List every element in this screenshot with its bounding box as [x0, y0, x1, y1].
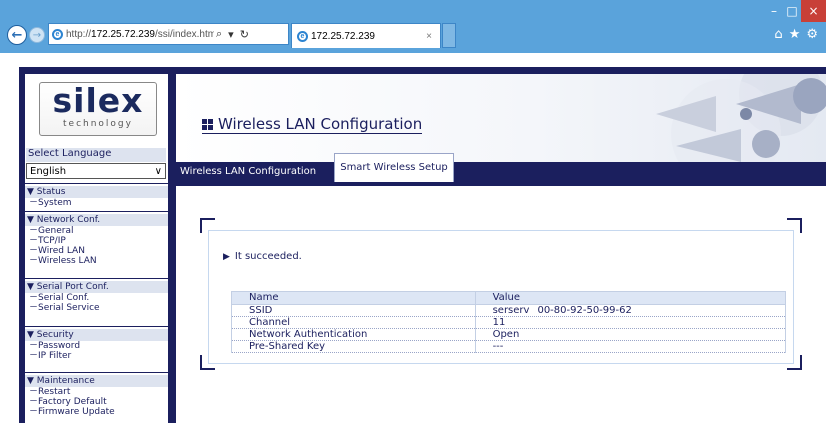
dropdown-icon[interactable]: ▾: [228, 28, 234, 41]
table-header-row: Name Value: [231, 291, 787, 305]
grid-icon: [202, 119, 213, 130]
menu-head-serial[interactable]: ▼ Serial Port Conf.: [25, 281, 168, 293]
table-row: Channel 11: [231, 316, 787, 329]
language-select[interactable]: English ∨: [26, 163, 166, 179]
row-value: Open: [474, 328, 787, 341]
menu-item-serial-service[interactable]: －Serial Service: [25, 303, 168, 313]
menu-group-maintenance: ▼ Maintenance －Restart －Factory Default …: [25, 372, 168, 417]
row-value: 11: [474, 316, 787, 329]
menu-group-network: ▼ Network Conf. －General －TCP/IP －Wired …: [25, 211, 168, 266]
sidebar-divider: [168, 74, 176, 423]
menu-item-serial-conf[interactable]: －Serial Conf.: [25, 293, 168, 303]
page-title: Wireless LAN Configuration: [202, 115, 423, 134]
silex-logo: silex technology: [39, 82, 157, 136]
tab-title: 172.25.72.239: [311, 30, 375, 42]
result-panel: ▶ It succeeded. Name Value SSID serserv 00…: [200, 218, 802, 370]
frame-top-bar: [19, 67, 826, 74]
menu-item-factory-default[interactable]: －Factory Default: [25, 397, 168, 407]
menu-item-password[interactable]: －Password: [25, 341, 168, 351]
menu-head-network[interactable]: ▼ Network Conf.: [25, 214, 168, 226]
language-value: English: [30, 165, 67, 177]
address-text: http://172.25.72.239/ssi/index.htm?pa: [66, 28, 214, 40]
maximize-button[interactable]: □: [783, 0, 801, 22]
menu-head-maintenance[interactable]: ▼ Maintenance: [25, 375, 168, 387]
col-header-name: Name: [231, 291, 476, 305]
row-value: ---: [474, 340, 787, 353]
menu-item-ip-filter[interactable]: －IP Filter: [25, 351, 168, 361]
language-label: Select Language: [26, 148, 166, 162]
table-row: SSID serserv 00-80-92-50-99-62: [231, 304, 787, 317]
tab-ie-icon: e: [297, 30, 308, 42]
browser-tab[interactable]: e 172.25.72.239 ×: [291, 23, 441, 48]
forward-arrow-icon[interactable]: →: [29, 27, 45, 43]
menu-item-tcpip[interactable]: －TCP/IP: [25, 236, 168, 246]
tab-wireless-lan-configuration[interactable]: Wireless LAN Configuration: [176, 162, 332, 182]
table-row: Network Authentication Open: [231, 328, 787, 341]
status-message: ▶ It succeeded.: [223, 251, 302, 262]
menu-head-status[interactable]: ▼ Status: [25, 186, 168, 198]
menu-group-security: ▼ Security －Password －IP Filter: [25, 326, 168, 361]
page-gap: [0, 53, 826, 61]
ie-icon: e: [52, 28, 63, 40]
menu-item-system[interactable]: －System: [25, 198, 168, 208]
menu-group-status: ▼ Status －System: [25, 183, 168, 208]
refresh-icon[interactable]: ↻: [240, 28, 249, 41]
tab-close-icon[interactable]: ×: [426, 31, 432, 42]
menu-item-firmware-update[interactable]: －Firmware Update: [25, 407, 168, 417]
new-tab-button[interactable]: [442, 23, 456, 48]
row-name: SSID: [231, 304, 476, 317]
page-header: Wireless LAN Configuration: [176, 74, 826, 162]
table-row: Pre-Shared Key ---: [231, 340, 787, 353]
page: silex technology Select Language English…: [0, 61, 826, 423]
browser-chrome: – □ × ← → e http://172.25.72.239/ssi/ind…: [0, 0, 826, 53]
sidebar: silex technology Select Language English…: [25, 74, 168, 423]
address-bar[interactable]: e http://172.25.72.239/ssi/index.htm?pa …: [48, 23, 289, 45]
ssid-mac: 00-80-92-50-99-62: [537, 305, 632, 316]
arrows-decoration: [656, 74, 826, 162]
home-icon[interactable]: ⌂: [774, 27, 782, 42]
minimize-button[interactable]: –: [765, 0, 783, 22]
row-name: Channel: [231, 316, 476, 329]
col-header-value: Value: [474, 291, 787, 305]
row-name: Network Authentication: [231, 328, 476, 341]
menu-item-wireless-lan[interactable]: －Wireless LAN: [25, 256, 168, 266]
menu-head-security[interactable]: ▼ Security: [25, 329, 168, 341]
menu-group-serial: ▼ Serial Port Conf. －Serial Conf. －Seria…: [25, 278, 168, 313]
tabbar-underline: [176, 182, 826, 186]
chevron-down-icon: ∨: [154, 165, 162, 177]
result-table: Name Value SSID serserv 00-80-92-50-99-62…: [231, 291, 787, 353]
search-icon[interactable]: ⌕: [216, 28, 222, 41]
row-value: serserv 00-80-92-50-99-62: [474, 304, 787, 317]
result-box: ▶ It succeeded. Name Value SSID serserv 00…: [208, 230, 794, 364]
content-tabbar: Wireless LAN Configuration Smart Wireles…: [176, 153, 826, 186]
close-window-button[interactable]: ×: [801, 0, 826, 22]
back-arrow-icon[interactable]: ←: [7, 25, 27, 45]
triangle-right-icon: ▶: [223, 252, 230, 262]
menu-item-wired-lan[interactable]: －Wired LAN: [25, 246, 168, 256]
menu-item-restart[interactable]: －Restart: [25, 387, 168, 397]
gear-icon[interactable]: ⚙: [806, 27, 818, 42]
star-icon[interactable]: ★: [789, 27, 801, 42]
menu-item-general[interactable]: －General: [25, 226, 168, 236]
row-name: Pre-Shared Key: [231, 340, 476, 353]
